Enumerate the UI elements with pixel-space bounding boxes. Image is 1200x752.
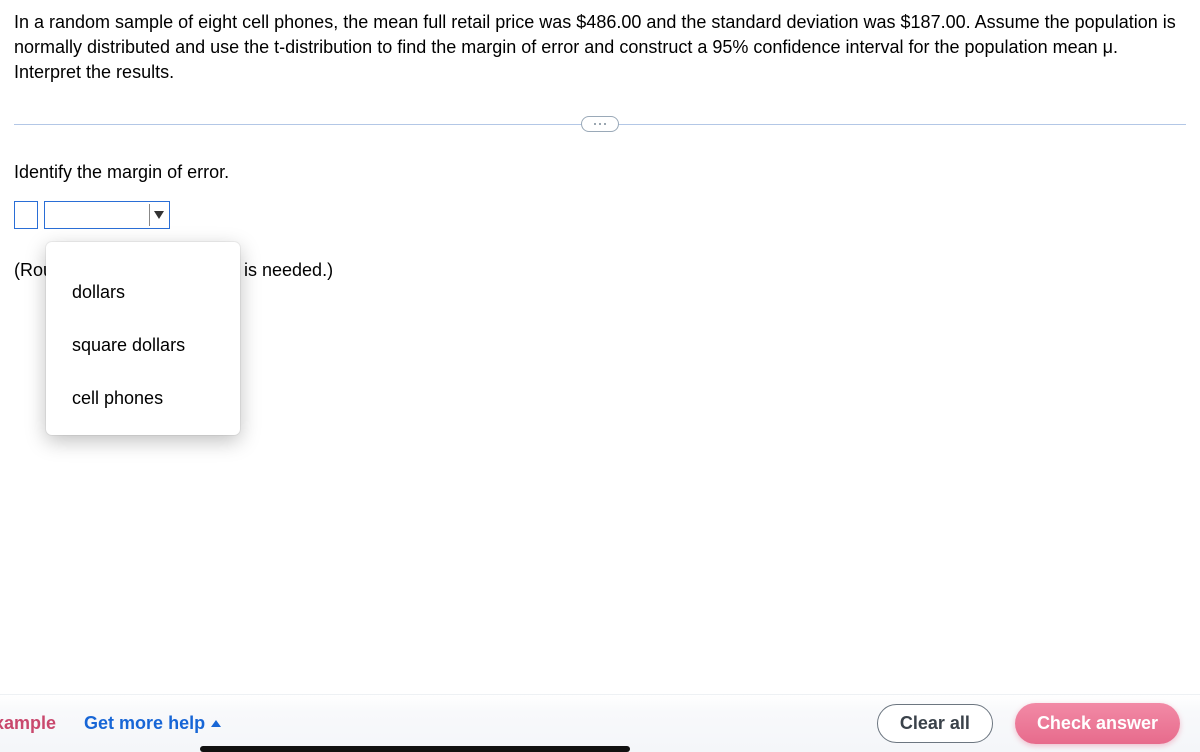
option-dollars[interactable]: dollars: [46, 266, 240, 319]
footer-bar: xample Get more help Clear all Check ans…: [0, 694, 1200, 752]
rounding-hint-right-fragment: is needed.): [244, 260, 333, 281]
units-dropdown-panel: dollars square dollars cell phones: [46, 242, 240, 435]
chevron-down-icon: [154, 211, 164, 219]
expand-pill[interactable]: [581, 116, 619, 132]
question-prompt: Identify the margin of error.: [14, 162, 1186, 183]
horizontal-scrollbar[interactable]: [200, 746, 630, 752]
section-divider: [0, 114, 1200, 134]
example-link[interactable]: xample: [0, 713, 56, 734]
dropdown-toggle[interactable]: [149, 204, 167, 226]
get-more-help-button[interactable]: Get more help: [84, 713, 221, 734]
units-dropdown[interactable]: [44, 201, 170, 229]
problem-statement: In a random sample of eight cell phones,…: [0, 0, 1200, 86]
more-help-label: Get more help: [84, 713, 205, 734]
margin-value-input[interactable]: [14, 201, 38, 229]
check-answer-button[interactable]: Check answer: [1015, 703, 1180, 744]
chevron-up-icon: [211, 720, 221, 727]
option-square-dollars[interactable]: square dollars: [46, 319, 240, 372]
clear-all-button[interactable]: Clear all: [877, 704, 993, 743]
option-cell-phones[interactable]: cell phones: [46, 372, 240, 425]
